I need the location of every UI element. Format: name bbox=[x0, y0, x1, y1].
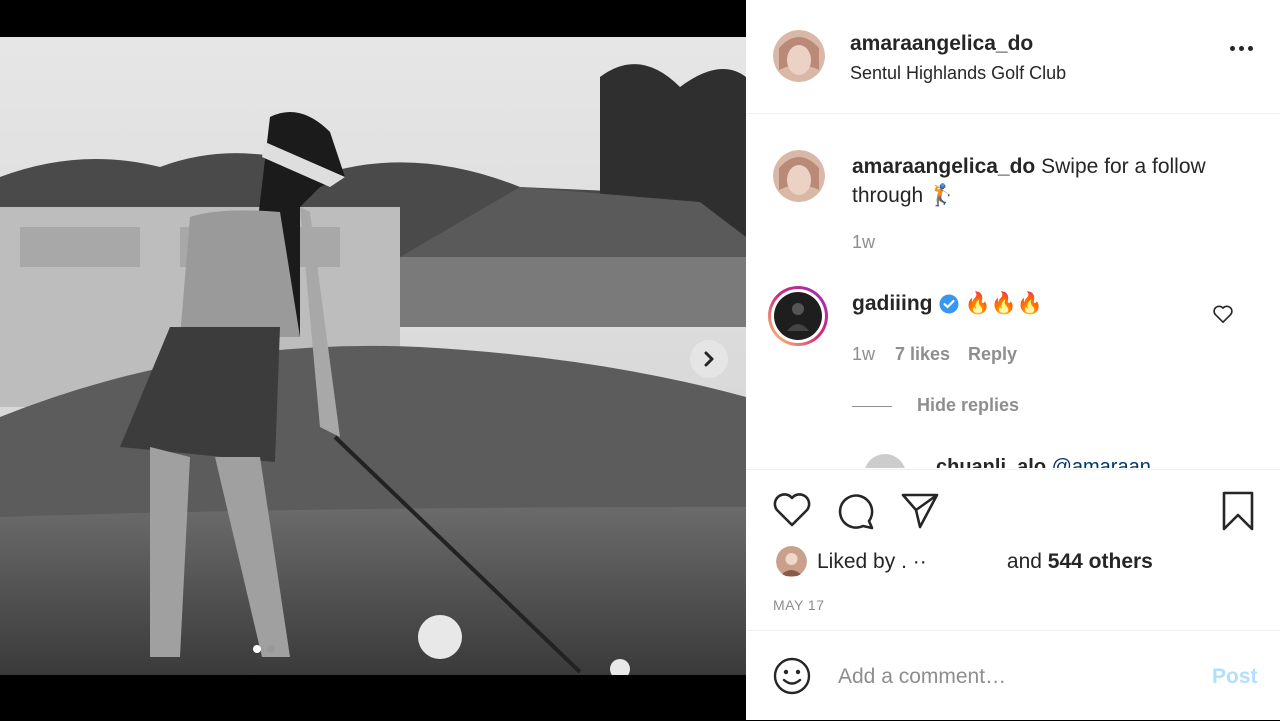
post-comment-button[interactable]: Post bbox=[1212, 665, 1258, 689]
comment-username[interactable]: gadiiing bbox=[852, 292, 933, 316]
like-heart-icon[interactable] bbox=[772, 492, 812, 528]
caption-avatar[interactable] bbox=[773, 150, 825, 202]
post-header: amaraangelica_do Sentul Highlands Golf C… bbox=[746, 0, 1280, 114]
comment-text: 🔥🔥🔥 bbox=[964, 292, 1043, 315]
reply-avatar[interactable] bbox=[864, 454, 906, 468]
carousel-indicator bbox=[253, 645, 275, 653]
comments-section[interactable]: amaraangelica_do Swipe for a follow thro… bbox=[746, 114, 1280, 468]
commenter-avatar[interactable] bbox=[767, 285, 829, 347]
chevron-right-icon bbox=[704, 351, 714, 367]
comment-input[interactable] bbox=[836, 659, 1180, 695]
bookmark-icon[interactable] bbox=[1220, 490, 1256, 532]
emoji-icon[interactable] bbox=[772, 656, 812, 696]
replies-divider bbox=[852, 406, 892, 407]
post-location[interactable]: Sentul Highlands Golf Club bbox=[850, 63, 1066, 84]
action-bar: Liked by . ·· and 544 others MAY 17 bbox=[746, 469, 1280, 630]
media-pane bbox=[0, 0, 746, 720]
liked-by-label: Liked by bbox=[817, 550, 896, 573]
post-photo[interactable] bbox=[0, 37, 746, 675]
reply-partial: chuanli_alo @amaraan... bbox=[936, 456, 1168, 468]
likes-count[interactable]: 544 others bbox=[1048, 550, 1153, 573]
author-avatar[interactable] bbox=[773, 30, 825, 82]
post-caption: amaraangelica_do Swipe for a follow thro… bbox=[852, 152, 1252, 210]
reply-mention[interactable]: @amaraan... bbox=[1052, 456, 1168, 468]
comment-time: 1w bbox=[852, 344, 876, 364]
likes-summary: Liked by . ·· and 544 others bbox=[817, 550, 1153, 574]
comment-row: gadiiing 🔥🔥🔥 bbox=[852, 292, 1043, 316]
caption-username[interactable]: amaraangelica_do bbox=[852, 155, 1035, 178]
reply-username[interactable]: chuanli_alo bbox=[936, 456, 1046, 468]
carousel-dot-active bbox=[253, 645, 261, 653]
hide-replies-button[interactable]: Hide replies bbox=[917, 395, 1019, 416]
share-send-icon[interactable] bbox=[900, 491, 940, 531]
liked-and-label: and bbox=[1006, 550, 1042, 573]
post-sidebar: amaraangelica_do Sentul Highlands Golf C… bbox=[746, 0, 1280, 720]
caption-time: 1w bbox=[852, 232, 876, 252]
liked-by-user[interactable]: . ·· bbox=[901, 550, 1001, 574]
reply-button[interactable]: Reply bbox=[968, 344, 1017, 365]
comment-like-heart-icon[interactable] bbox=[1212, 304, 1234, 324]
post-date[interactable]: MAY 17 bbox=[773, 597, 825, 613]
comment-likes[interactable]: 7 likes bbox=[895, 344, 950, 365]
verified-badge-icon bbox=[939, 294, 958, 314]
comment-composer: Post bbox=[746, 630, 1280, 721]
carousel-dot bbox=[267, 645, 275, 653]
comment-bubble-icon[interactable] bbox=[836, 491, 876, 531]
liked-by-avatar[interactable] bbox=[776, 546, 807, 577]
next-photo-button[interactable] bbox=[690, 340, 728, 378]
author-username[interactable]: amaraangelica_do bbox=[850, 32, 1033, 56]
more-options-icon[interactable] bbox=[1230, 46, 1253, 51]
